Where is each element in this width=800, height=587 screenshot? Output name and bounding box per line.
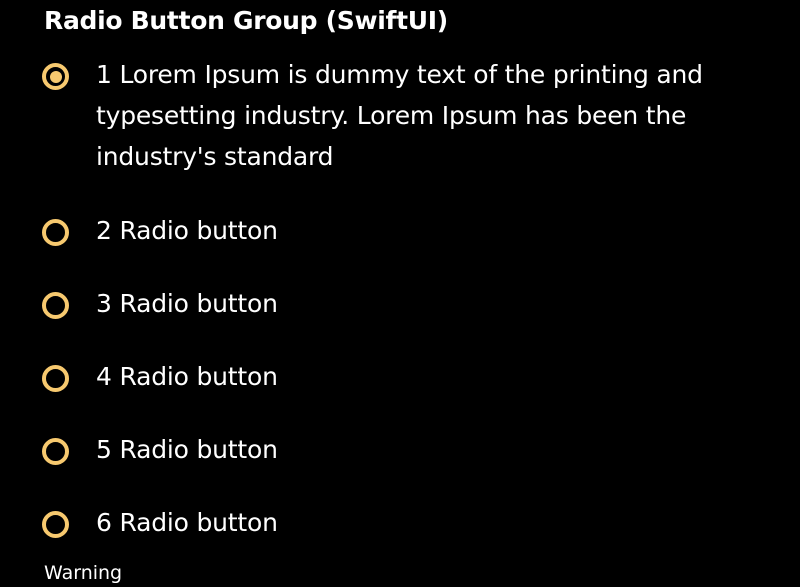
- radio-label-6: 6 Radio button: [96, 508, 278, 537]
- radio-unchecked-icon[interactable]: [42, 365, 69, 392]
- radio-option-5[interactable]: 5 Radio button: [42, 433, 278, 470]
- radio-option-4[interactable]: 4 Radio button: [42, 360, 278, 397]
- radio-checked-icon[interactable]: [42, 63, 69, 90]
- radio-unchecked-icon[interactable]: [42, 292, 69, 319]
- radio-label-1: 1 Lorem Ipsum is dummy text of the print…: [96, 60, 703, 171]
- radio-group: 1 Lorem Ipsum is dummy text of the print…: [0, 0, 800, 587]
- radio-option-1[interactable]: 1 Lorem Ipsum is dummy text of the print…: [42, 58, 756, 177]
- radio-label-5: 5 Radio button: [96, 435, 278, 464]
- radio-option-2[interactable]: 2 Radio button: [42, 214, 278, 251]
- radio-unchecked-icon[interactable]: [42, 511, 69, 538]
- warning-text: Warning: [44, 562, 123, 584]
- radio-label-4: 4 Radio button: [96, 362, 278, 391]
- radio-unchecked-icon[interactable]: [42, 219, 69, 246]
- radio-option-6[interactable]: 6 Radio button: [42, 506, 278, 543]
- radio-label-2: 2 Radio button: [96, 216, 278, 245]
- radio-label-3: 3 Radio button: [96, 289, 278, 318]
- radio-unchecked-icon[interactable]: [42, 438, 69, 465]
- radio-option-3[interactable]: 3 Radio button: [42, 287, 278, 324]
